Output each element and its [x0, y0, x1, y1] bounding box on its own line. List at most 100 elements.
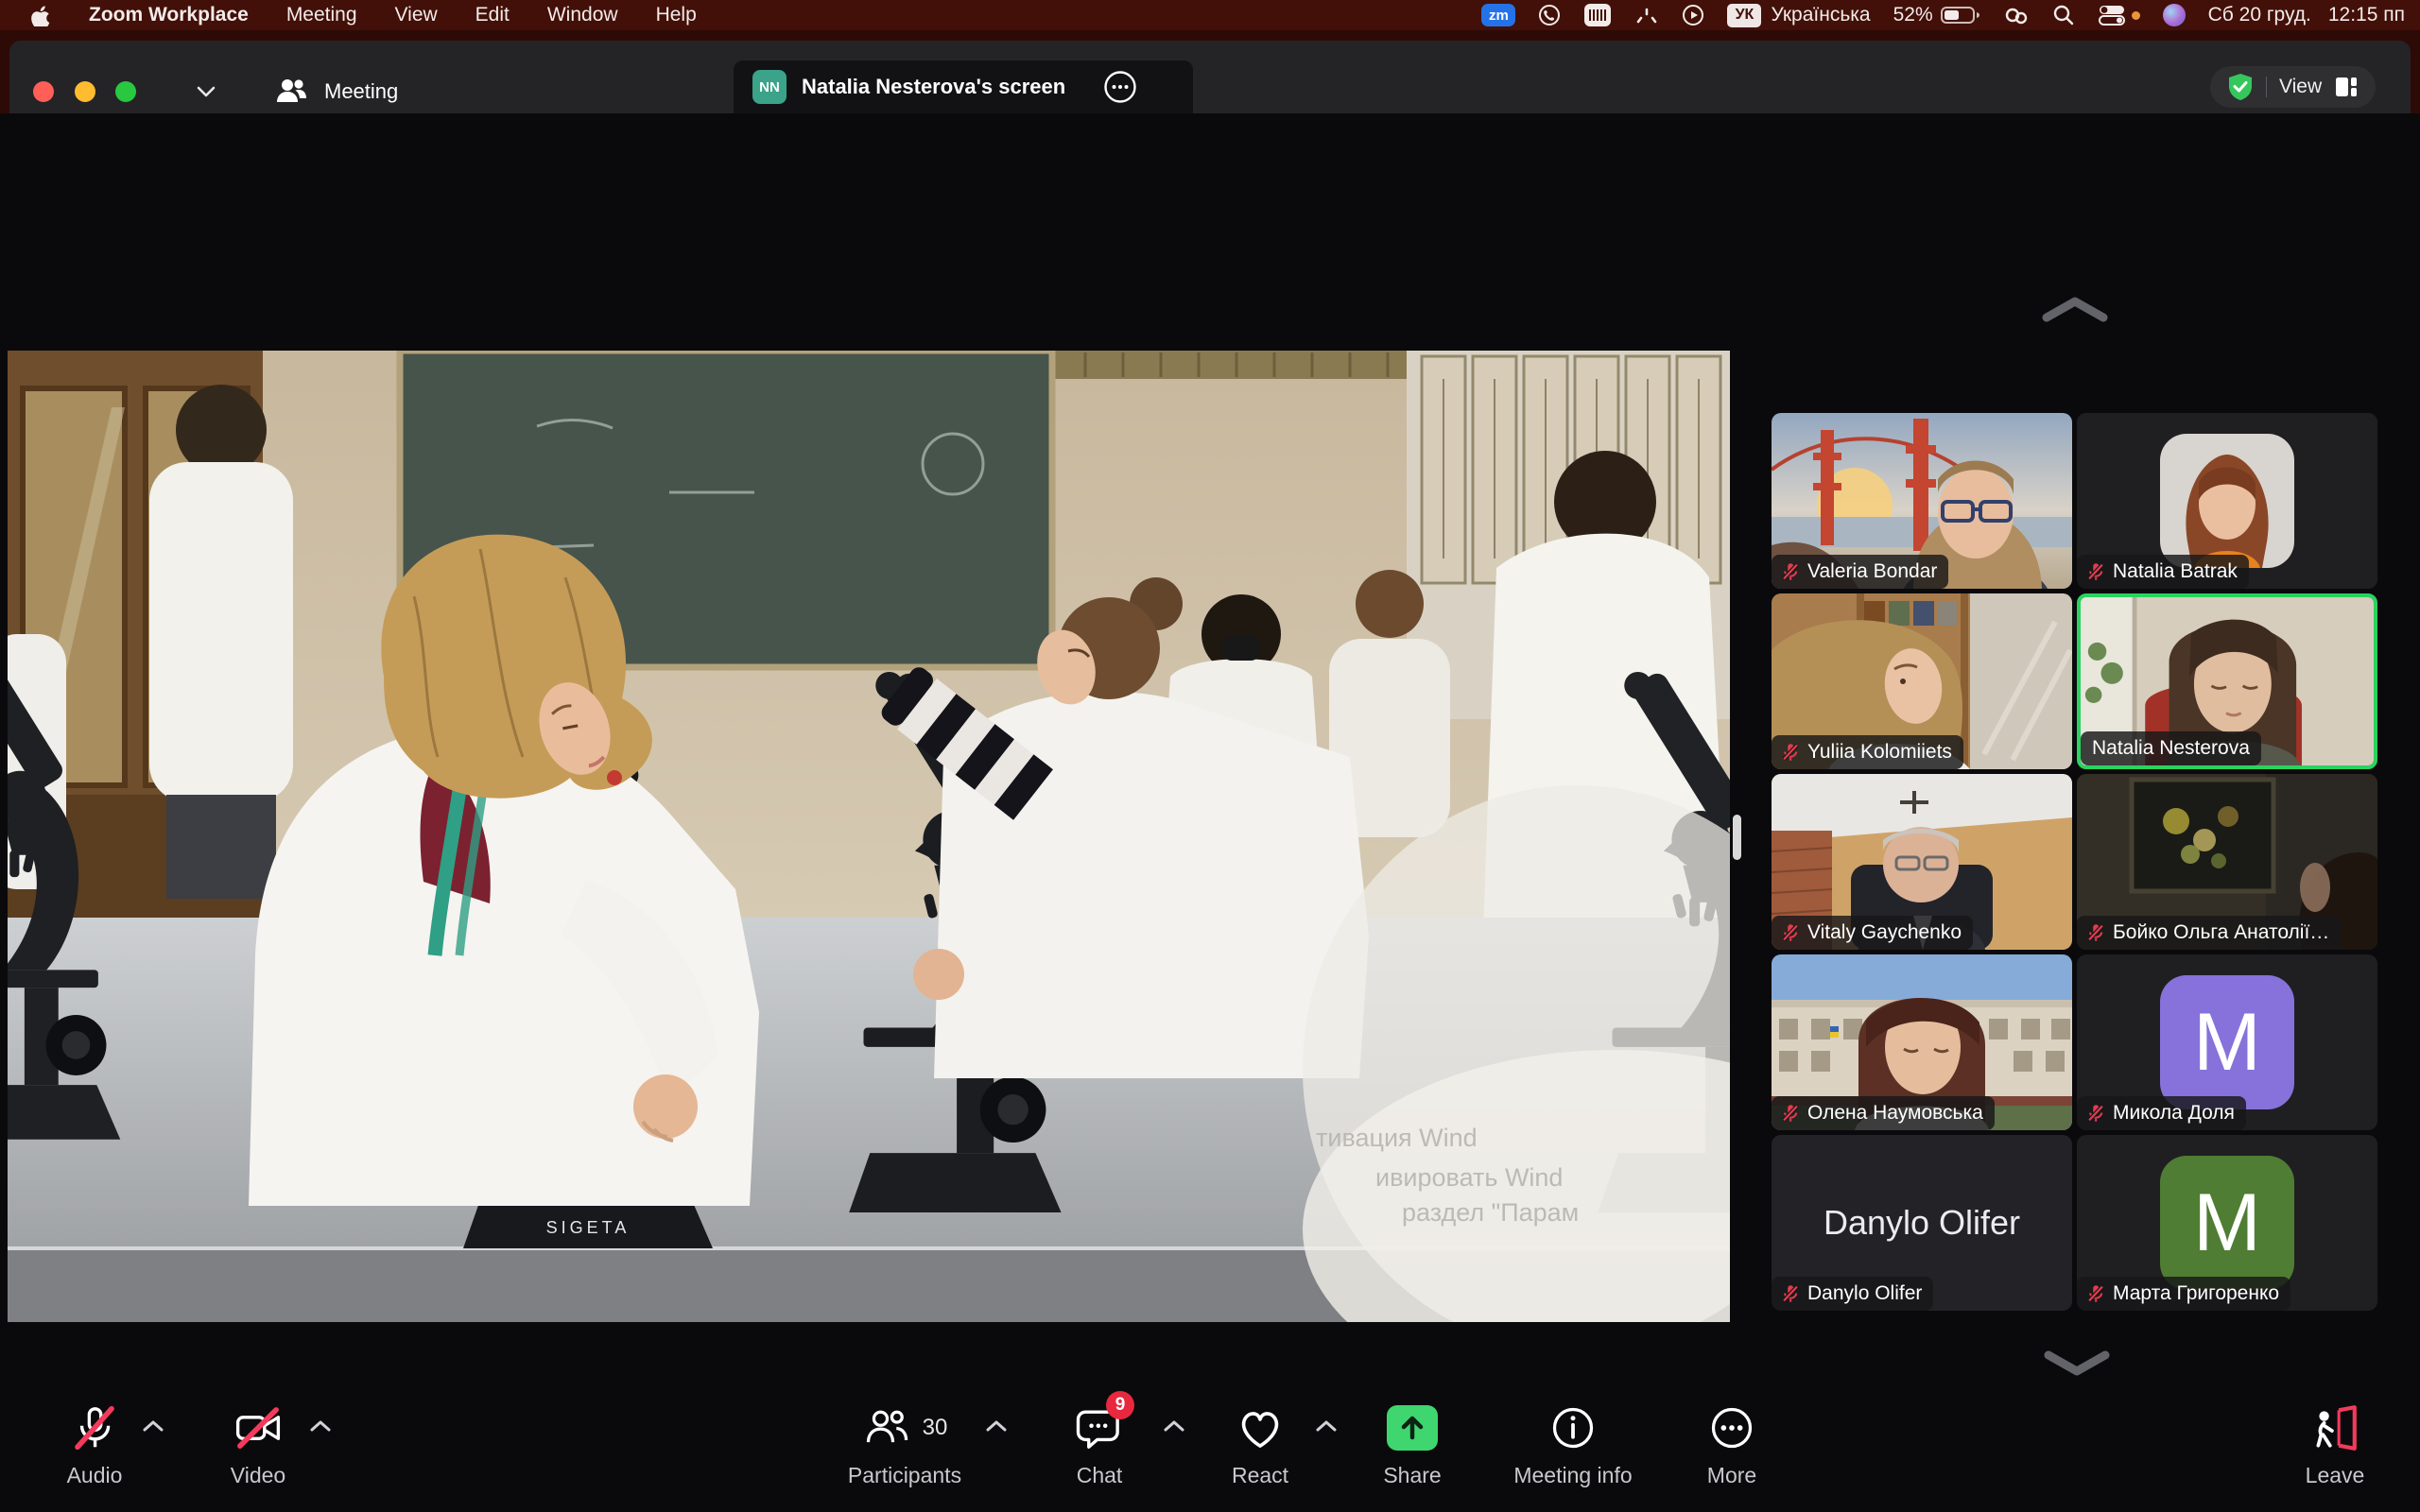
- menu-item-help[interactable]: Help: [656, 4, 697, 26]
- tab-meeting-label: Meeting: [324, 79, 398, 104]
- leave-icon: [2309, 1402, 2360, 1453]
- svg-text:ивировать Wind: ивировать Wind: [1375, 1163, 1563, 1192]
- participant-tile-natalia-nesterova[interactable]: Natalia Nesterova: [2077, 593, 2377, 769]
- menu-item-meeting[interactable]: Meeting: [286, 4, 357, 26]
- letter-avatar: M: [2160, 975, 2294, 1109]
- battery-icon: [1941, 5, 1980, 26]
- name-label: Natalia Nesterova: [2081, 731, 2261, 765]
- play-circle-icon[interactable]: [1682, 4, 1704, 26]
- participant-tile-mykola-dolia[interactable]: M Микола Доля: [2077, 954, 2377, 1130]
- participant-tile-marta-hryhorenko[interactable]: M Марта Григоренко: [2077, 1135, 2377, 1311]
- name-label: Микола Доля: [2077, 1096, 2246, 1130]
- menu-item-view[interactable]: View: [395, 4, 438, 26]
- people-icon: [274, 76, 308, 108]
- menu-item-app[interactable]: Zoom Workplace: [89, 4, 249, 26]
- security-shield-icon[interactable]: [2227, 73, 2254, 101]
- info-icon: [1548, 1402, 1598, 1453]
- participants-count: 30: [923, 1415, 948, 1441]
- menu-item-edit[interactable]: Edit: [475, 4, 510, 26]
- tab-screen-share-label: Natalia Nesterova's screen: [802, 75, 1065, 99]
- fullscreen-window-button[interactable]: [115, 81, 136, 102]
- layout-icon: [2334, 75, 2359, 99]
- video-options-caret[interactable]: [309, 1419, 332, 1433]
- name-label: Марта Григоренко: [2077, 1277, 2290, 1311]
- muted-mic-icon: [1780, 922, 1801, 943]
- participant-tile-natalia-batrak[interactable]: Natalia Batrak: [2077, 413, 2377, 589]
- input-language[interactable]: УК Українська: [1727, 4, 1870, 27]
- time-text: 12:15 пп: [2328, 4, 2405, 26]
- activity-spinner-icon[interactable]: [1634, 4, 1659, 26]
- muted-mic-icon: [1780, 1283, 1801, 1304]
- apple-menu-icon[interactable]: [28, 4, 51, 26]
- screen: { "menu_bar": { "apple_icon": "apple-log…: [0, 0, 2420, 1512]
- view-controls[interactable]: View: [2210, 66, 2376, 108]
- panel-resize-handle[interactable]: [1733, 815, 1741, 860]
- muted-mic-icon: [2085, 1283, 2106, 1304]
- pill-divider: [2266, 77, 2267, 97]
- camera-off-icon: [232, 1402, 285, 1453]
- name-label: Yuliia Kolomiiets: [1772, 735, 1963, 769]
- name-label: Valeria Bondar: [1772, 555, 1948, 589]
- muted-mic-icon: [2085, 561, 2106, 582]
- letter-avatar: M: [2160, 1156, 2294, 1290]
- chat-icon: 9: [1074, 1402, 1125, 1453]
- more-icon: [1707, 1402, 1756, 1453]
- participant-tile-danylo-olifer[interactable]: Danylo Olifer Danylo Olifer: [1772, 1135, 2072, 1311]
- svg-text:тивация Wind: тивация Wind: [1316, 1124, 1478, 1152]
- participants-icon: [862, 1402, 911, 1453]
- siri-icon[interactable]: [2163, 4, 2186, 26]
- muted-mic-icon: [2085, 1103, 2106, 1124]
- close-window-button[interactable]: [33, 81, 54, 102]
- meeting-content: SIGETA: [0, 113, 2420, 1512]
- chat-unread-badge: 9: [1106, 1391, 1134, 1419]
- menu-bar: Zoom Workplace Meeting View Edit Window …: [0, 0, 2420, 30]
- tab-options-icon[interactable]: [1103, 70, 1137, 104]
- participant-tile-valeria-bondar[interactable]: Valeria Bondar: [1772, 413, 2072, 589]
- menu-item-window[interactable]: Window: [547, 4, 618, 26]
- tab-screen-share[interactable]: NN Natalia Nesterova's screen: [734, 60, 1193, 113]
- muted-mic-icon: [1780, 561, 1801, 582]
- name-label: Vitaly Gaychenko: [1772, 916, 1973, 950]
- barcode-scanner-icon[interactable]: [1583, 3, 1612, 27]
- name-label: Олена Наумовська: [1772, 1096, 1995, 1130]
- window-chevron-down-icon[interactable]: [196, 85, 216, 98]
- viber-icon[interactable]: [1538, 4, 1561, 26]
- participant-tile-olena-naumovska[interactable]: Олена Наумовська: [1772, 954, 2072, 1130]
- muted-mic-icon: [2085, 922, 2106, 943]
- shared-screen-view: SIGETA: [8, 351, 1730, 1322]
- screen-share-avatar: NN: [752, 70, 786, 104]
- control-center-icon[interactable]: [2098, 4, 2140, 26]
- svg-text:раздел "Парам: раздел "Парам: [1402, 1198, 1579, 1227]
- battery-percent: 52%: [1893, 4, 1933, 26]
- mic-muted-icon: [69, 1402, 120, 1453]
- scroll-down-icon[interactable]: [2041, 1349, 2113, 1378]
- participant-tile-vitaly-gaychenko[interactable]: Vitaly Gaychenko: [1772, 774, 2072, 950]
- leave-button[interactable]: Leave: [2231, 1402, 2420, 1488]
- microscope-brand-text: SIGETA: [546, 1218, 631, 1237]
- menu-bar-clock[interactable]: Сб 20 груд. 12:15 пп: [2208, 4, 2405, 26]
- view-button-label: View: [2279, 76, 2322, 98]
- battery-status[interactable]: 52%: [1893, 4, 1980, 26]
- participant-tile-boiko-olha[interactable]: Бойко Ольга Анатолії…: [2077, 774, 2377, 950]
- participants-button[interactable]: 30 Participants: [801, 1402, 1009, 1488]
- link-icon[interactable]: [2003, 4, 2030, 26]
- classroom-photo: SIGETA: [8, 351, 1730, 1322]
- muted-mic-icon: [1780, 742, 1801, 763]
- name-label: Danylo Olifer: [1772, 1277, 1933, 1311]
- more-button[interactable]: More: [1628, 1402, 1836, 1488]
- muted-mic-icon: [1780, 1103, 1801, 1124]
- share-screen-icon: [1387, 1405, 1438, 1451]
- name-label: Бойко Ольга Анатолії…: [2077, 916, 2341, 950]
- spotlight-search-icon[interactable]: [2052, 4, 2075, 26]
- language-badge: УК: [1727, 4, 1761, 27]
- zoom-status-icon[interactable]: zm: [1481, 4, 1515, 26]
- date-text: Сб 20 груд.: [2208, 4, 2311, 26]
- minimize-window-button[interactable]: [75, 81, 95, 102]
- video-button[interactable]: Video: [154, 1402, 362, 1488]
- scroll-up-icon[interactable]: [2039, 295, 2111, 323]
- participant-tile-yuliia-kolomiiets[interactable]: Yuliia Kolomiiets: [1772, 593, 2072, 769]
- tab-meeting[interactable]: Meeting: [274, 73, 398, 111]
- notification-dot: [2132, 11, 2140, 20]
- heart-icon: [1235, 1402, 1286, 1453]
- name-label: Natalia Batrak: [2077, 555, 2249, 589]
